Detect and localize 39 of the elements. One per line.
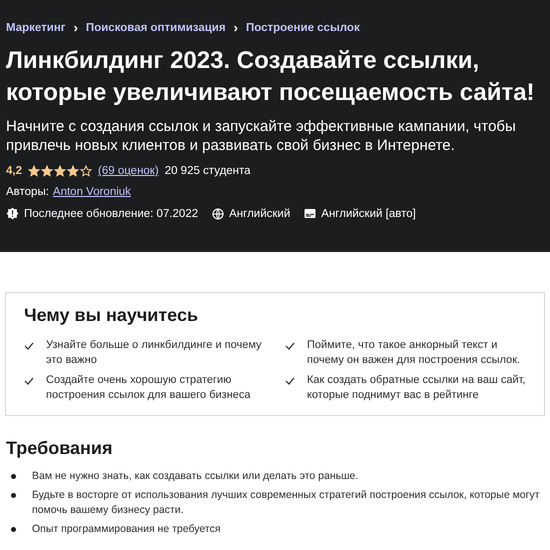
learn-item: Создайте очень хорошую стратегию построения ссылок для вашего бизнеса xyxy=(46,373,252,403)
meta-text: Английский [авто] xyxy=(321,208,416,220)
check-icon xyxy=(24,342,34,350)
reviews-link[interactable]: (69 оценок) xyxy=(98,165,159,177)
learn-item: Как создать обратные ссылки на ваш сайт, которые поднимут вас в рейтинге xyxy=(307,373,526,403)
section-heading: Чему вы научитесь xyxy=(24,305,200,326)
author-link[interactable]: Anton Voroniuk xyxy=(52,186,131,198)
breadcrumb-link[interactable]: Маркетинг xyxy=(6,22,66,34)
requirement-item: Будьте в восторге от использования лучших современных стратегий построения ссылок, которые могут помочь вашему бизнесу расти. xyxy=(32,488,541,518)
learn-item: Узнайте больше о линкбилдинге и почему это важно xyxy=(46,338,263,368)
check-icon xyxy=(285,342,295,350)
check-icon xyxy=(24,377,34,385)
breadcrumb-link[interactable]: Поисковая оптимизация xyxy=(86,22,226,34)
authors-label: Авторы: xyxy=(6,186,49,198)
star-outline-icon xyxy=(80,165,92,177)
requirement-item: Опыт программирования не требуется xyxy=(32,522,221,537)
meta-text: Английский xyxy=(229,208,290,220)
star-icon xyxy=(41,165,53,177)
section-heading: Требования xyxy=(6,438,114,459)
requirement-item: Вам не нужно знать, как создавать ссылки или делать это раньше. xyxy=(32,469,358,484)
course-subtitle: Начните с создания ссылок и запускайте эффективные кампании, чтобы привлечь новых клиентов и развивать свой бизнес в Интернете. xyxy=(6,117,517,155)
star-icon xyxy=(54,165,66,177)
check-icon xyxy=(285,377,295,385)
star-icon xyxy=(67,165,79,177)
students-count: 20 925 студента xyxy=(164,165,251,177)
bullet-icon xyxy=(11,527,16,532)
learn-item: Поймите, что такое анкорный текст и почему он важен для построения ссылок. xyxy=(307,338,522,368)
breadcrumb-link[interactable]: Построение ссылок xyxy=(246,22,360,34)
chevron-icon: › xyxy=(74,20,78,35)
bullet-icon xyxy=(11,474,16,479)
captions-icon xyxy=(304,208,316,219)
chevron-icon: › xyxy=(234,20,238,35)
meta-text: Последнее обновление: 07.2022 xyxy=(24,208,198,220)
rating-value: 4,2 xyxy=(6,165,22,177)
course-title: Линкбилдинг 2023. Создавайте ссылки, которые увеличивают посещаемость сайта! xyxy=(6,46,536,108)
globe-icon xyxy=(212,208,224,220)
alert-badge-icon xyxy=(6,207,19,220)
star-icon xyxy=(28,165,40,177)
bullet-icon xyxy=(11,493,16,498)
